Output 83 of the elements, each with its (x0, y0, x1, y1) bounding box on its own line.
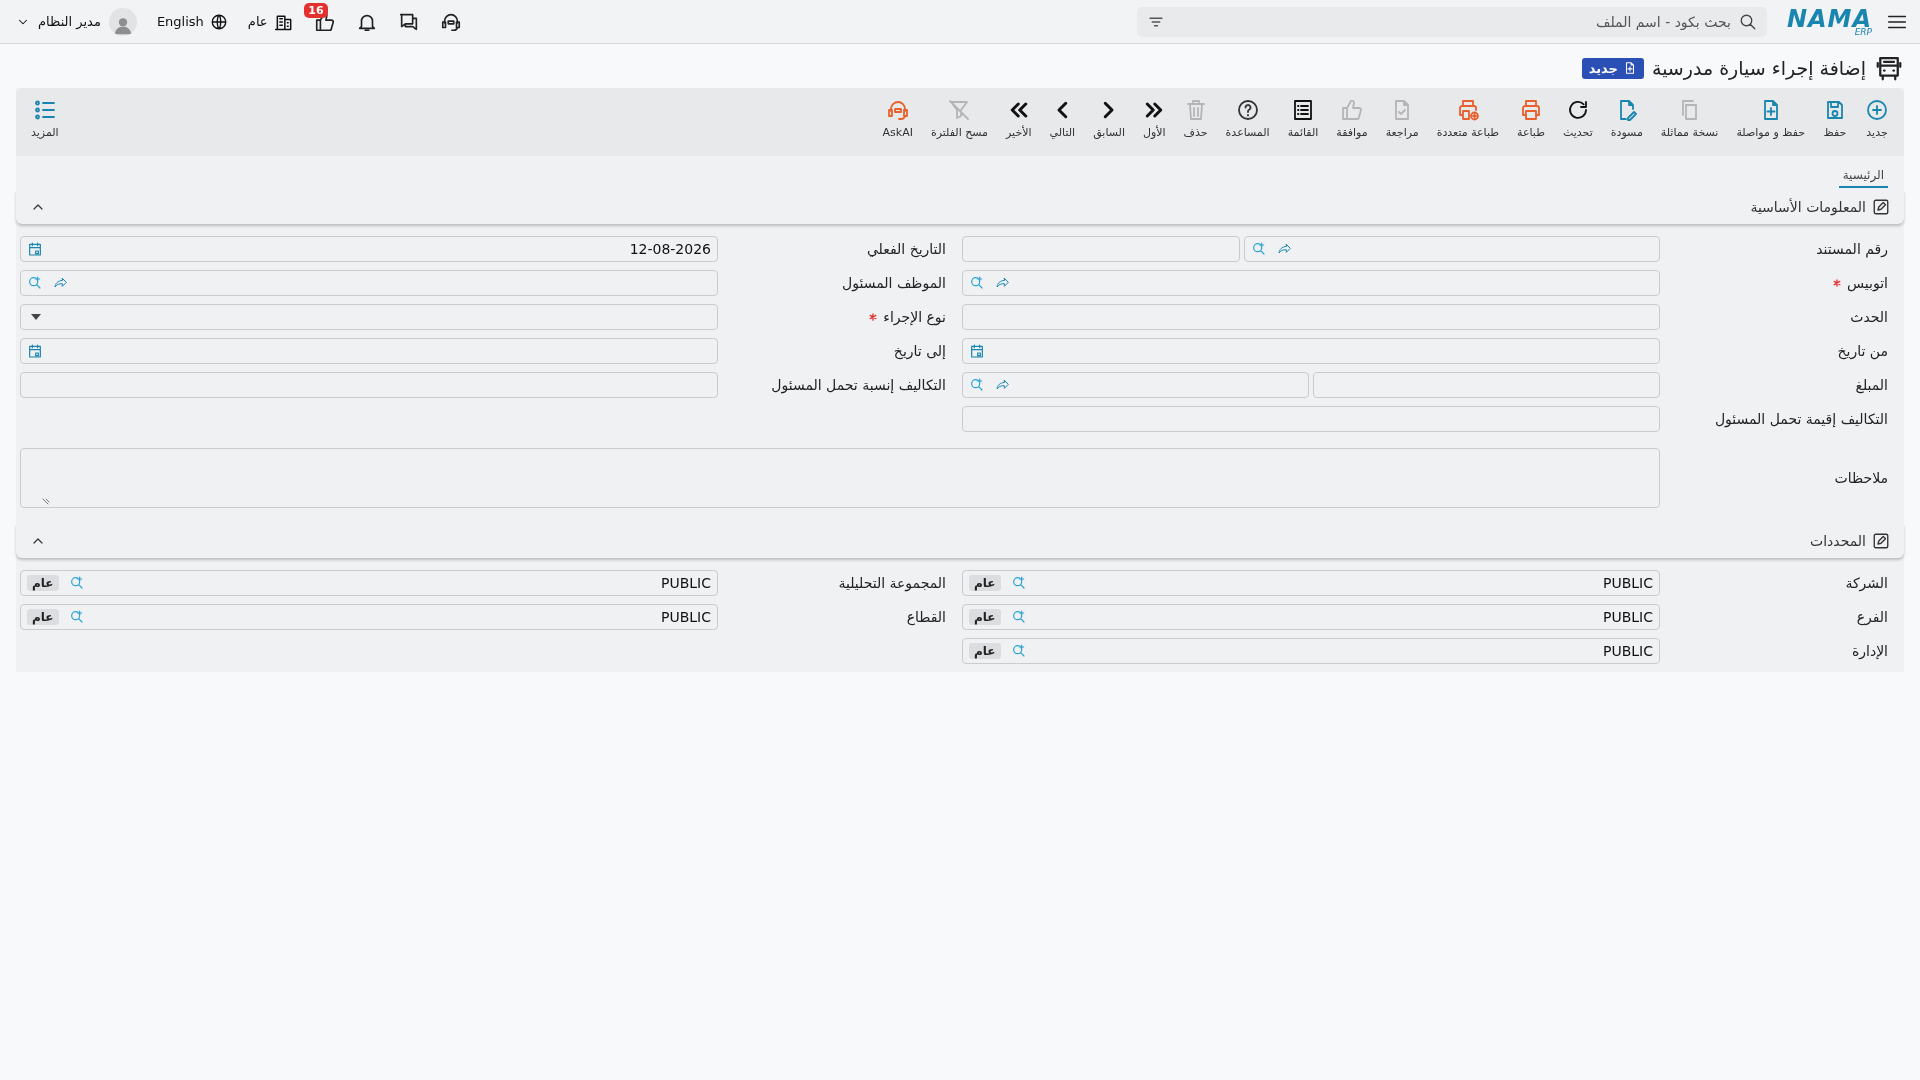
section-header[interactable]: المحددات (16, 524, 1904, 558)
toolbar-button[interactable]: التالي (1040, 98, 1085, 139)
field-label: الفرع (1856, 609, 1888, 625)
section-header[interactable]: المعلومات الأساسية (16, 190, 1904, 224)
value-tag: عام (27, 575, 59, 591)
field-label: التكاليف إقيمة تحمل المسئول (1714, 411, 1888, 427)
search-plus-icon[interactable] (1010, 643, 1027, 659)
field-label: الشركة (1845, 575, 1888, 591)
notes-field[interactable] (20, 448, 1660, 508)
field-label: المجموعة التحليلية (838, 575, 946, 591)
lookup-field[interactable] (1244, 236, 1660, 262)
toolbar-button[interactable]: القائمة (1278, 98, 1328, 139)
section-title: المعلومات الأساسية (1750, 199, 1866, 215)
status-text: جديد (1588, 60, 1618, 76)
section-title: المحددات (1810, 533, 1866, 549)
toolbar-button[interactable]: طباعة (1508, 98, 1554, 139)
toolbar-button[interactable]: المساعدة (1216, 98, 1279, 139)
search-plus-icon[interactable] (68, 609, 85, 625)
list-icon (32, 98, 57, 122)
branch-button[interactable]: عام (247, 11, 294, 32)
value-tag: عام (969, 643, 1001, 659)
date-field[interactable] (962, 338, 1660, 364)
toolbar-button[interactable]: AskAI (873, 98, 922, 139)
search-icon (1738, 12, 1757, 31)
calendar-icon[interactable] (969, 343, 985, 359)
edit-icon (1872, 532, 1890, 550)
field-label: التاريخ الفعلي (866, 241, 946, 257)
calendar-icon[interactable] (27, 343, 43, 359)
thumbs-up-icon (1340, 98, 1364, 122)
lookup-field[interactable] (20, 270, 718, 296)
field-label: التكاليف إنسبة تحمل المسئول (771, 377, 946, 393)
field-label: اتوبيس (1847, 275, 1888, 291)
field-label: الموظف المسئول (842, 275, 946, 291)
field-label: المبلغ (1855, 377, 1888, 393)
field-label: من تاريخ (1837, 343, 1888, 359)
tab[interactable]: الرئيسية (1838, 164, 1888, 188)
more-button[interactable]: المزيد (22, 98, 68, 139)
language-button[interactable]: English (156, 12, 228, 31)
date-field[interactable]: 12-08-2026 (20, 236, 718, 262)
toolbar-button[interactable]: حفظ و مواصلة (1727, 98, 1814, 139)
lookup-field[interactable] (962, 372, 1309, 398)
input-field[interactable] (1313, 372, 1660, 398)
field-label: الحدث (1850, 309, 1888, 325)
toolbar-button[interactable]: تحديث (1553, 98, 1602, 139)
edit-icon (1872, 198, 1890, 216)
input-field[interactable] (962, 236, 1241, 262)
toolbar-button[interactable]: مسودة (1601, 98, 1652, 139)
page-title: إضافة إجراء سيارة مدرسية (1651, 57, 1866, 79)
dropdown-field[interactable] (20, 304, 718, 330)
search-plus-icon[interactable] (969, 377, 985, 393)
field-label: ملاحظات (1834, 470, 1888, 486)
notification-count: 16 (304, 2, 328, 18)
toolbar-button[interactable]: جديد (1856, 98, 1898, 139)
input-field[interactable] (962, 304, 1660, 330)
value-tag: عام (969, 575, 1001, 591)
avatar-icon (108, 7, 137, 36)
caret-down-icon[interactable] (31, 314, 41, 320)
search-plus-icon[interactable] (969, 275, 985, 291)
field-label: رقم المستند (1816, 241, 1888, 257)
value-tag: عام (969, 609, 1001, 625)
filter-slash-icon (947, 98, 972, 122)
field-label: إلى تاريخ (893, 343, 946, 359)
user-menu[interactable]: مدير النظام (16, 7, 137, 36)
field-label: الإدارة (1851, 643, 1888, 659)
search-plus-icon[interactable] (1010, 609, 1027, 625)
value-tag: عام (27, 609, 59, 625)
field-label: القطاع (906, 609, 946, 625)
toolbar-button[interactable]: السابق (1084, 98, 1134, 139)
input-field[interactable] (20, 372, 718, 398)
lookup-field[interactable] (962, 270, 1660, 296)
input-field[interactable] (962, 406, 1660, 432)
date-field[interactable] (20, 338, 718, 364)
toolbar-button[interactable]: الأول (1133, 98, 1175, 139)
toolbar-button[interactable]: حفظ (1814, 98, 1856, 139)
search-plus-icon[interactable] (27, 275, 43, 291)
search-plus-icon[interactable] (1010, 575, 1027, 591)
toolbar-button[interactable]: الأخير (997, 98, 1041, 139)
search-field[interactable]: بحث بكود - اسم الملف (1136, 6, 1767, 37)
globe-icon (209, 12, 228, 31)
calendar-icon[interactable] (27, 241, 43, 257)
field-label: نوع الإجراء (883, 309, 946, 325)
toolbar-button[interactable]: طباعة متعددة (1427, 98, 1509, 139)
search-plus-icon[interactable] (68, 575, 85, 591)
